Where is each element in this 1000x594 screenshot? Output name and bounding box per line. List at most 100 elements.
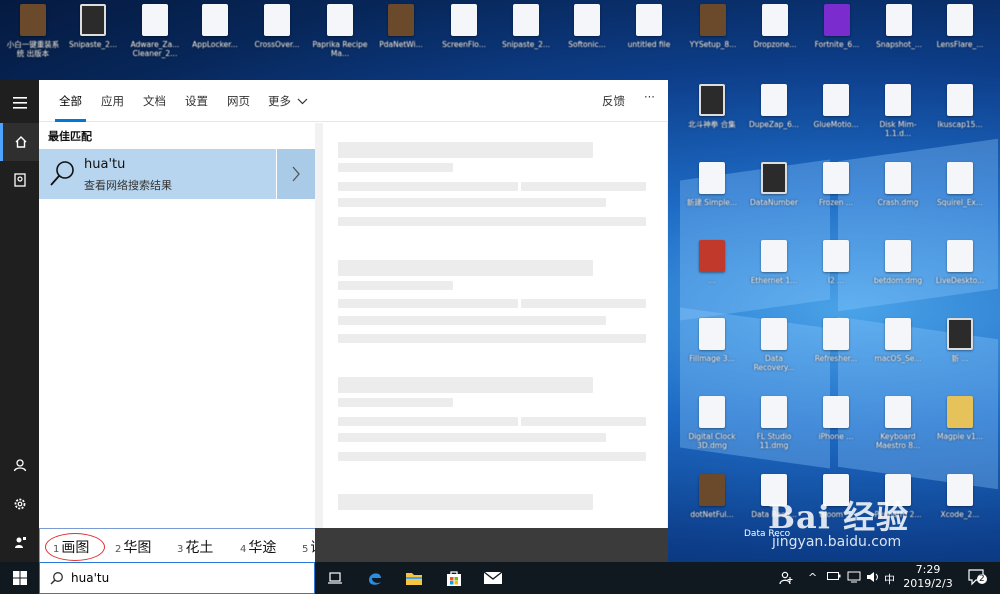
more-options-button[interactable]: ··· <box>644 90 655 104</box>
search-input[interactable]: hua'tu <box>39 562 315 594</box>
file-icon <box>947 240 973 272</box>
desktop-icon-label: betdom.dmg <box>873 276 923 285</box>
ime-candidate-4[interactable]: 4 华途 <box>240 537 276 557</box>
mail-icon[interactable] <box>482 567 504 589</box>
desktop-icon[interactable]: 新 ... <box>931 316 989 382</box>
desktop-icon[interactable]: Keyboard Maestro 8... <box>869 394 927 460</box>
task-view-icon[interactable] <box>324 567 346 589</box>
desktop-icon[interactable]: Softonic... <box>558 2 616 68</box>
feedback-hub-icon[interactable] <box>0 523 39 561</box>
show-hidden-icons-button[interactable]: ^ <box>808 571 817 584</box>
file-icon <box>885 396 911 428</box>
desktop-icon[interactable]: untitled file <box>620 2 678 68</box>
desktop-icon-label: GlueMotio... <box>813 120 859 129</box>
volume-icon[interactable] <box>866 571 880 586</box>
file-icon <box>327 4 353 36</box>
preview-loading-card <box>323 123 667 528</box>
best-match-result[interactable]: hua'tu 查看网络搜索结果 <box>39 149 276 199</box>
desktop-icon-label: Fillmage 3... <box>689 354 735 363</box>
notebook-icon[interactable] <box>0 161 39 199</box>
desktop-icon-label: dotNetFul... <box>690 510 734 519</box>
desktop-icon-label: ... <box>708 276 716 285</box>
hamburger-icon[interactable] <box>0 84 39 122</box>
desktop-icon[interactable]: Ethernet 1... <box>745 238 803 304</box>
tab-documents[interactable]: 文档 <box>143 93 166 109</box>
desktop-icon[interactable]: LiveDeskto... <box>931 238 989 304</box>
battery-icon[interactable] <box>827 571 841 584</box>
desktop-icon[interactable]: CrossOver... <box>248 2 306 68</box>
candidate-text: 华途 <box>248 540 277 556</box>
desktop-icon[interactable]: ScreenFlo... <box>435 2 493 68</box>
desktop-icon[interactable]: betdom.dmg <box>869 238 927 304</box>
file-icon <box>699 474 725 506</box>
desktop-icon[interactable]: Crash.dmg <box>869 160 927 226</box>
desktop-icon[interactable]: Adware_Za... Cleaner_2... <box>126 2 184 68</box>
desktop-icon[interactable]: PdaNetWi... <box>372 2 430 68</box>
store-icon[interactable] <box>443 567 465 589</box>
desktop-icon[interactable]: iPhone ... <box>807 394 865 460</box>
desktop-icon[interactable]: Ikuscap15... <box>931 82 989 148</box>
desktop-icon[interactable]: DupeZap_6... <box>745 82 803 148</box>
desktop-icon[interactable]: Fortnite_6... <box>808 2 866 68</box>
desktop-icon[interactable]: Magpie v1... <box>931 394 989 460</box>
desktop-icon[interactable]: dotNetFul... <box>683 472 741 538</box>
desktop-icon[interactable]: DataNumber <box>745 160 803 226</box>
desktop-icon-label: LensFlare_... <box>936 40 984 49</box>
search-panel: 全部 应用 文档 设置 网页 更多 反馈 ··· 最佳匹配 hua'tu 查看网… <box>39 80 668 528</box>
file-icon <box>699 162 725 194</box>
panel-footer <box>315 528 668 562</box>
tab-settings[interactable]: 设置 <box>185 93 208 109</box>
desktop-icon[interactable]: ... <box>683 238 741 304</box>
desktop-icon[interactable]: Fillmage 3... <box>683 316 741 382</box>
ime-candidate-2[interactable]: 2 华图 <box>115 537 151 557</box>
desktop-icon[interactable]: Snipaste_2... <box>497 2 555 68</box>
tab-more[interactable]: 更多 <box>268 93 308 109</box>
tab-web[interactable]: 网页 <box>227 93 250 109</box>
edge-icon[interactable] <box>364 567 386 589</box>
tab-all[interactable]: 全部 <box>55 93 86 122</box>
desktop-icon-label: AppLocker... <box>192 40 238 49</box>
desktop-icon[interactable]: LensFlare_... <box>931 2 989 68</box>
desktop-icon[interactable]: Snapshot_... <box>870 2 928 68</box>
desktop-icon-label: LiveDeskto... <box>935 276 985 285</box>
desktop-icon[interactable]: 新建 Simple... <box>683 160 741 226</box>
feedback-button[interactable]: 反馈 <box>602 93 625 109</box>
settings-icon[interactable] <box>0 485 39 523</box>
ime-mode-indicator[interactable]: 中 <box>884 571 895 587</box>
desktop-icon[interactable]: 北斗神拳 合集 <box>683 82 741 148</box>
desktop-icon[interactable]: Snipaste_2... <box>64 2 122 68</box>
desktop-icon[interactable]: GlueMotio... <box>807 82 865 148</box>
file-icon <box>823 318 849 350</box>
open-result-button[interactable] <box>277 149 315 199</box>
file-icon <box>885 318 911 350</box>
desktop-icon[interactable]: Paprika Recipe Ma... <box>311 2 369 68</box>
file-icon <box>761 318 787 350</box>
people-icon[interactable] <box>779 571 793 588</box>
desktop-icon[interactable]: Disk Mim-1.1.d... <box>869 82 927 148</box>
desktop-icon[interactable]: AppLocker... <box>186 2 244 68</box>
desktop-icon[interactable]: macOS_Se... <box>869 316 927 382</box>
action-center-button[interactable]: 2 <box>967 568 987 589</box>
ime-candidate-3[interactable]: 3 花土 <box>177 537 213 557</box>
desktop-icon[interactable]: Data Recovery... <box>745 316 803 382</box>
desktop-icon[interactable]: FL Studio 11.dmg <box>745 394 803 460</box>
file-explorer-icon[interactable] <box>403 567 425 589</box>
desktop-icon[interactable]: Dropzone... <box>746 2 804 68</box>
desktop-icon[interactable]: Squirel_Ex... <box>931 160 989 226</box>
desktop-icon[interactable]: Frozen ... <box>807 160 865 226</box>
file-icon <box>823 84 849 116</box>
search-icon <box>50 161 74 186</box>
desktop-icon[interactable]: YYSetup_8... <box>684 2 742 68</box>
desktop-icon[interactable]: I2 ... <box>807 238 865 304</box>
desktop-icon[interactable]: Refresher... <box>807 316 865 382</box>
desktop-icon-label: PdaNetWi... <box>379 40 423 49</box>
tab-apps[interactable]: 应用 <box>101 93 124 109</box>
start-button[interactable] <box>0 562 39 594</box>
home-icon[interactable] <box>0 123 39 161</box>
desktop-icon[interactable]: Digital Clock 3D.dmg <box>683 394 741 460</box>
account-icon[interactable] <box>0 446 39 484</box>
clock[interactable]: 7:29 2019/2/3 <box>898 563 958 591</box>
network-icon[interactable] <box>847 571 861 586</box>
desktop-icon[interactable]: 小白一键重装系统 出版本 <box>4 2 62 68</box>
ime-candidate-1[interactable]: 1 画图 <box>53 537 89 557</box>
